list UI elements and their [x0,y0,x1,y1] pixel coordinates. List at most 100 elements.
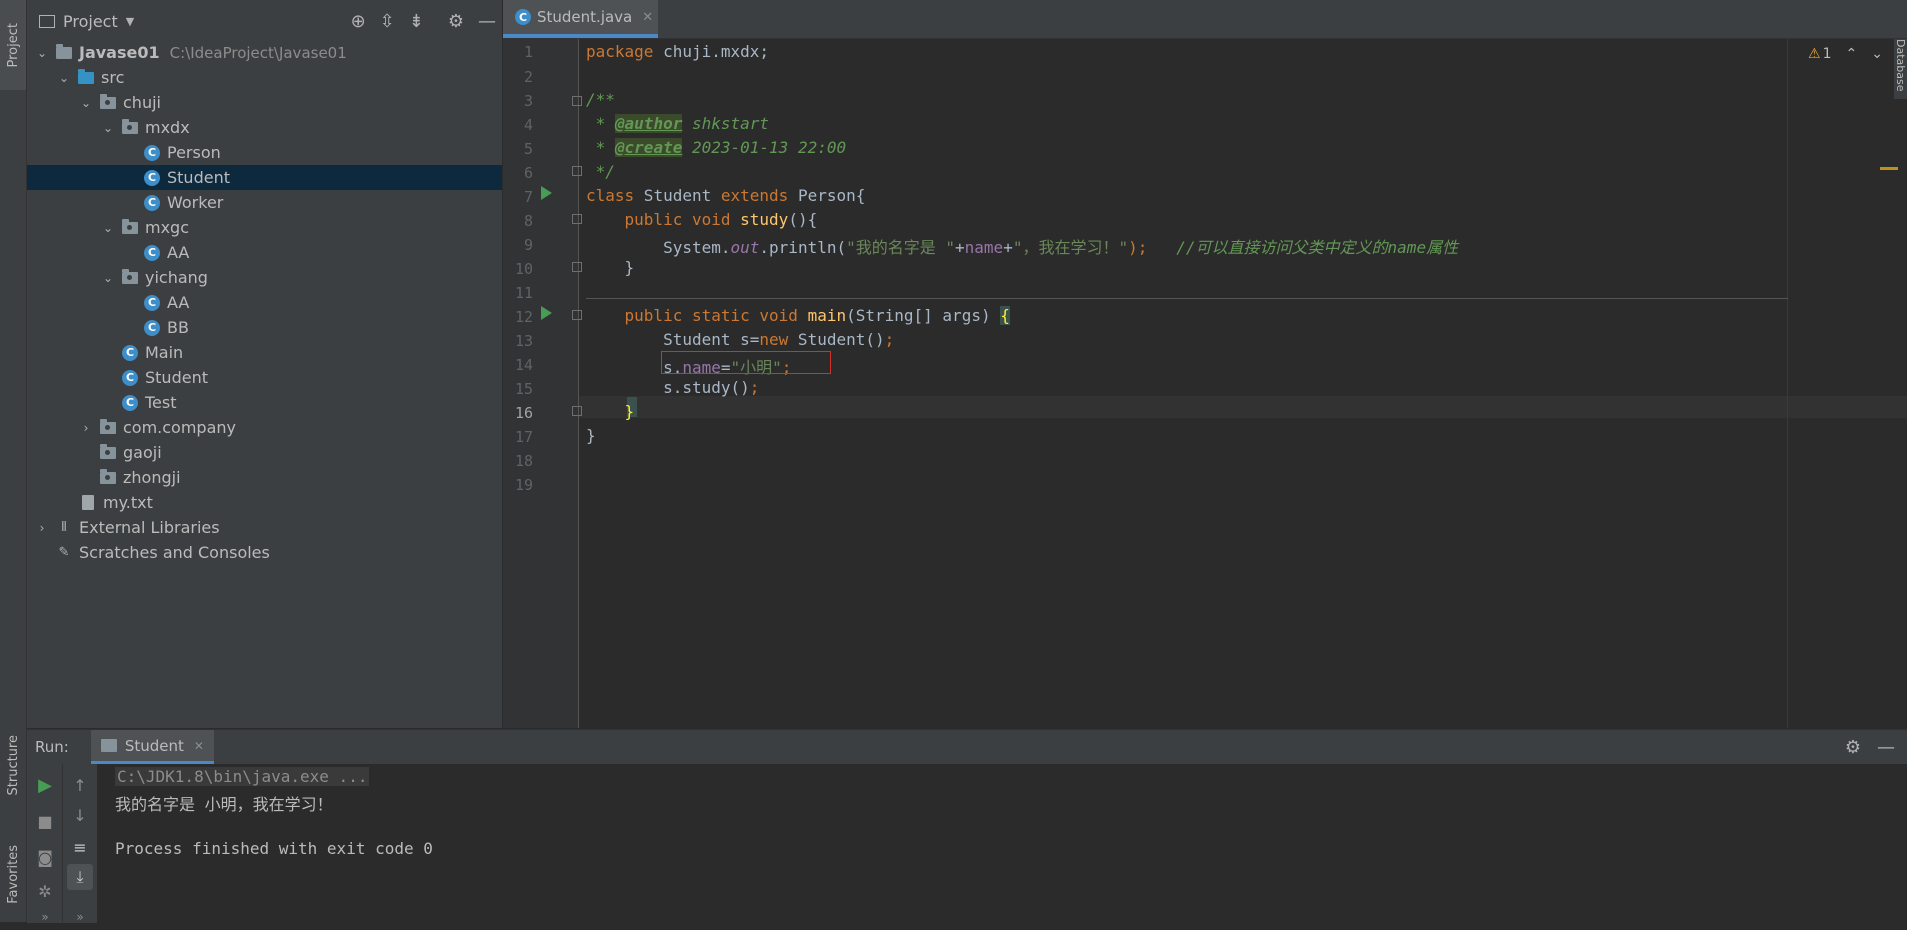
console-line: 我的名字是 小明，我在学习！ [115,795,333,814]
class-icon: C [143,144,161,161]
fold-icon[interactable] [572,310,582,320]
chevron-up-icon[interactable]: ⌃ [1845,46,1857,62]
tree-item-label: Scratches and Consoles [79,543,270,562]
tree-item-src[interactable]: ⌄ src [27,65,502,90]
tree-item-com-company[interactable]: › com.company [27,415,502,440]
tree-item-mxgc[interactable]: ⌄ mxgc [27,215,502,240]
chevron-right-icon[interactable]: › [35,521,49,535]
project-tree: ⌄ Javase01 C:\IdeaProject\Javase01 ⌄ src… [27,40,502,565]
expand-all-icon[interactable]: ⇳ [380,11,395,32]
soft-wrap-icon[interactable]: ≡ [67,834,93,860]
locate-icon[interactable]: ⊕ [351,11,366,32]
tree-item-external-libraries[interactable]: › ⦀ External Libraries [27,515,502,540]
close-icon[interactable]: ✕ [194,739,204,753]
inspection-widget[interactable]: ⚠ 1 ⌃ ⌄ [1808,46,1883,62]
tree-item-student[interactable]: C Student [27,165,502,190]
line-number: 5 [523,140,533,158]
chevron-down-icon[interactable]: ⌄ [57,71,71,85]
project-tool-tab[interactable]: Project [0,0,26,90]
line-number: 1 [523,43,533,61]
tree-item-test[interactable]: C Test [27,390,502,415]
fold-icon[interactable] [572,214,582,224]
favorites-tool-tab[interactable]: Favorites [0,826,26,922]
tree-item-zhongji[interactable]: zhongji [27,465,502,490]
console-output[interactable]: C:\JDK1.8\bin\java.exe ... 我的名字是 小明，我在学习… [115,764,1895,923]
rerun-icon[interactable]: ▶ [32,772,58,798]
run-main-icon[interactable] [541,306,552,320]
close-icon[interactable]: ✕ [642,10,653,25]
tree-item-mxdx[interactable]: ⌄ mxdx [27,115,502,140]
chevron-down-icon[interactable]: ⌄ [1871,46,1883,62]
code-line-6: */ [586,162,615,181]
tree-item-aa[interactable]: C AA [27,240,502,265]
line-number: 13 [514,332,533,350]
run-class-icon[interactable] [541,186,552,200]
tree-item-label: zhongji [123,468,181,487]
string-literal: "我的名字是 " [846,238,956,257]
chevron-down-icon[interactable]: ⌄ [79,96,93,110]
settings-small-icon[interactable]: ✲ [32,878,58,904]
tree-item-gaoji[interactable]: gaoji [27,440,502,465]
gear-icon[interactable]: ⚙ [1845,737,1861,758]
scrollbar-warning-marker[interactable] [1880,167,1898,170]
tree-item-label: AA [167,293,190,312]
package-icon [99,443,117,461]
tree-item-chuji[interactable]: ⌄ chuji [27,90,502,115]
code-text: Person{ [788,186,866,205]
tree-item-yichang[interactable]: ⌄ yichang [27,265,502,290]
tree-item-student[interactable]: C Student [27,365,502,390]
hide-icon[interactable]: — [478,11,496,32]
more-icon[interactable]: » [67,904,93,930]
tree-item-main[interactable]: C Main [27,340,502,365]
current-line-highlight [579,396,1907,418]
project-panel-title[interactable]: Project [63,12,118,31]
stop-icon[interactable]: ■ [32,808,58,834]
class-icon: C [143,319,161,336]
tree-item-label: src [101,68,125,87]
more-icon[interactable]: » [32,904,58,930]
tree-item-bb[interactable]: C BB [27,315,502,340]
gear-icon[interactable]: ⚙ [448,11,464,32]
chevron-down-icon[interactable]: ⌄ [101,221,115,235]
tree-item-person[interactable]: C Person [27,140,502,165]
chevron-down-icon[interactable]: ⌄ [35,46,49,60]
code-line-16: } [586,402,635,421]
fold-icon[interactable] [572,166,582,176]
run-tab-label: Student [124,736,184,755]
module-path: C:\IdeaProject\Javase01 [169,43,347,62]
arrow-down-icon[interactable]: ↓ [67,802,93,828]
tree-item-label: mxdx [145,118,190,137]
code-line-12: public static void main(String[] args) { [586,306,1010,325]
tree-item-label: Test [145,393,177,412]
fold-icon[interactable] [572,406,582,416]
tree-item-my-txt[interactable]: my.txt [27,490,502,515]
chevron-down-icon[interactable]: ▼ [126,15,134,28]
scroll-to-end-icon[interactable]: ⤓ [67,864,93,890]
line-number: 12 [514,308,533,326]
tree-item-javase01[interactable]: ⌄ Javase01 C:\IdeaProject\Javase01 [27,40,502,65]
line-number: 2 [523,68,533,86]
tab-student-java[interactable]: C Student.java ✕ [503,0,658,38]
hide-icon[interactable]: — [1877,737,1895,758]
source-folder-icon [77,68,95,86]
tree-item-scratches[interactable]: ✎ Scratches and Consoles [27,540,502,565]
javadoc-tag: @author [614,114,683,133]
chevron-down-icon[interactable]: ⌄ [101,271,115,285]
fold-icon[interactable] [572,262,582,272]
camera-icon[interactable]: ◙ [32,844,58,870]
fold-icon[interactable] [572,96,582,106]
tree-item-aa[interactable]: C AA [27,290,502,315]
class-icon: C [121,344,139,361]
run-label: Run: [35,738,69,756]
tree-item-label: Worker [167,193,224,212]
chevron-down-icon[interactable]: ⌄ [101,121,115,135]
tree-item-worker[interactable]: C Worker [27,190,502,215]
run-tab-student[interactable]: Student ✕ [90,730,214,764]
collapse-all-icon[interactable]: ⇟ [409,11,424,32]
database-tool-tab[interactable]: Database [1894,39,1907,99]
chevron-right-icon[interactable]: › [79,421,93,435]
arrow-up-icon[interactable]: ↑ [67,772,93,798]
structure-tool-tab[interactable]: Structure [0,720,26,810]
console-command-line[interactable]: C:\JDK1.8\bin\java.exe ... [115,767,370,786]
